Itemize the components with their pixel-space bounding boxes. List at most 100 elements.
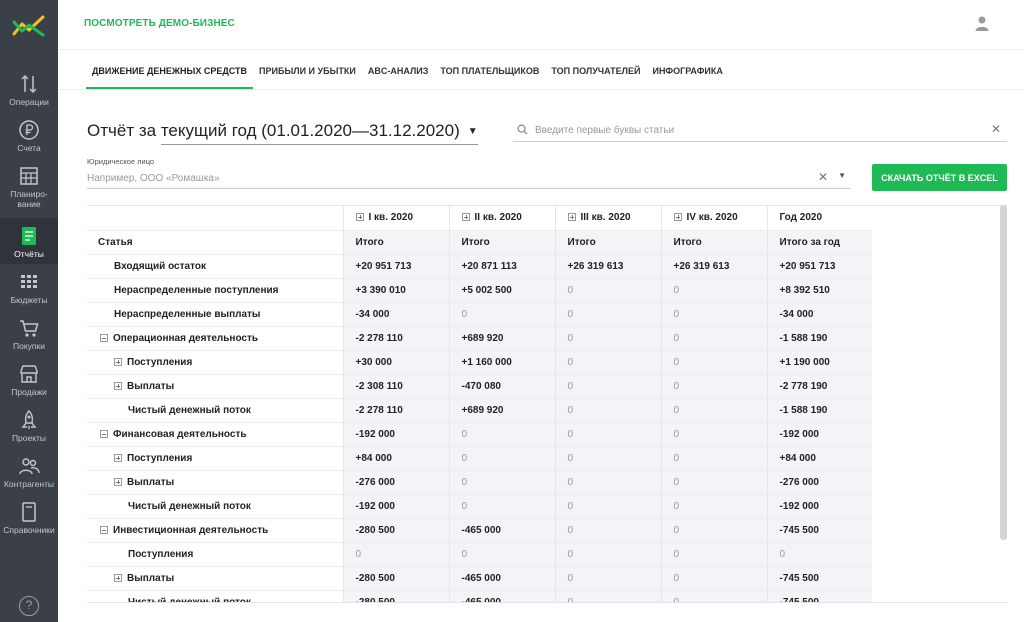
row-value-cell: -280 500 [342,518,449,543]
tab-cash-flow[interactable]: ДВИЖЕНИЕ ДЕНЕЖНЫХ СРЕДСТВ [86,50,254,90]
header-q3[interactable]: III кв. 2020 [554,206,661,231]
expand-plus-icon[interactable] [355,213,364,222]
sidebar-item-contractors[interactable]: Контрагенты [0,448,58,494]
clear-entity-icon[interactable]: ✕ [818,170,828,184]
book-icon [22,502,36,522]
tab-top-recipients[interactable]: ТОП ПОЛУЧАТЕЛЕЙ [545,50,646,90]
row-value-cell: -470 080 [448,374,555,399]
sidebar-item-operations[interactable]: Операции [0,66,58,112]
period-value[interactable]: текущий год (01.01.2020—31.12.2020) [161,121,460,140]
collapse-minus-icon[interactable] [100,429,108,438]
calendar-grid-icon [20,167,38,185]
sidebar-item-purchases[interactable]: Покупки [0,310,58,356]
user-icon[interactable] [974,15,990,31]
sidebar-item-label: Операции [9,97,49,107]
row-value-cell: 0 [766,542,872,567]
tab-abc-analysis[interactable]: ABC-АНАЛИЗ [362,50,435,90]
tab-top-payers[interactable]: ТОП ПЛАТЕЛЬЩИКОВ [434,50,545,90]
row-value-cell: +8 392 510 [766,278,872,303]
row-value-cell: -2 278 110 [342,398,449,423]
row-article-name: Финансовая деятельность [113,428,247,440]
row-article-cell[interactable]: Операционная деятельность [87,326,343,351]
report-tabs: ДВИЖЕНИЕ ДЕНЕЖНЫХ СРЕДСТВ ПРИБЫЛИ И УБЫТ… [86,50,729,90]
sidebar-item-reports[interactable]: Отчёты [0,218,58,264]
tab-profit-loss[interactable]: ПРИБЫЛИ И УБЫТКИ [253,50,362,90]
row-value-cell: 0 [660,542,767,567]
row-article-cell[interactable]: Выплаты [87,470,343,495]
row-article-name: Выплаты [127,476,175,488]
row-value-cell: 0 [342,542,449,567]
row-value-cell: -276 000 [342,470,449,495]
row-article-cell[interactable]: Выплаты [87,374,343,399]
sidebar-item-accounts[interactable]: Счета [0,112,58,158]
row-value-cell: +84 000 [766,446,872,471]
sidebar-item-directories[interactable]: Справочники [0,494,58,540]
row-value-cell: +26 319 613 [554,254,661,279]
table-scrollbar[interactable] [1000,205,1007,540]
sidebar-item-sales[interactable]: Продажи [0,356,58,402]
dropdown-caret-icon[interactable]: ▼ [838,171,846,180]
header-year-label: Год 2020 [779,212,823,224]
sidebar: Операции Счета Планиро- вание Отчёты Бюджеты… [0,0,58,622]
header-q2[interactable]: II кв. 2020 [448,206,555,231]
clear-search-icon[interactable]: ✕ [991,122,1001,136]
header-q1[interactable]: I кв. 2020 [342,206,449,231]
row-article-cell[interactable]: Поступления [87,446,343,471]
row-article-name: Чистый денежный поток [128,500,251,512]
period-select[interactable]: текущий год (01.01.2020—31.12.2020) ▼ [160,121,478,145]
expand-plus-icon[interactable] [461,213,470,222]
header-q4-total: Итого [660,230,767,255]
download-excel-button[interactable]: СКАЧАТЬ ОТЧЁТ В EXCEL [872,164,1007,191]
header-q4[interactable]: IV кв. 2020 [660,206,767,231]
row-value-cell: -745 500 [766,566,872,591]
demo-business-link[interactable]: ПОСМОТРЕТЬ ДЕМО-БИЗНЕС [84,18,235,29]
row-value-cell: -745 500 [766,518,872,543]
row-article-name: Входящий остаток [114,260,206,272]
expand-plus-icon[interactable] [114,453,122,462]
help-icon[interactable]: ? [19,596,39,616]
tab-infographics[interactable]: ИНФОГРАФИКА [646,50,728,90]
row-article-cell[interactable]: Поступления [87,350,343,375]
row-value-cell: 0 [660,326,767,351]
row-value-cell: 0 [660,494,767,519]
sidebar-item-label: Отчёты [14,249,44,259]
sidebar-item-projects[interactable]: Проекты [0,402,58,448]
row-value-cell: 0 [660,398,767,423]
app-logo[interactable] [0,0,58,52]
collapse-minus-icon[interactable] [100,525,108,534]
table-row: Входящий остаток +20 951 713 +20 871 113 +2… [87,254,872,279]
table-row: Инвестиционная деятельность -280 500 -465 … [87,518,872,543]
row-value-cell: -1 588 190 [766,398,872,423]
collapse-minus-icon[interactable] [100,333,108,342]
row-value-cell: 0 [554,374,661,399]
expand-plus-icon[interactable] [673,213,682,222]
header-q3-label: III кв. 2020 [580,212,631,224]
row-article-cell[interactable]: Выплаты [87,566,343,591]
row-article-cell[interactable]: Инвестиционная деятельность [87,518,343,543]
row-article-cell: Чистый денежный поток [87,494,343,519]
expand-plus-icon[interactable] [567,213,576,222]
expand-plus-icon[interactable] [114,381,122,390]
row-value-cell: 0 [448,422,555,447]
sidebar-item-label: Справочники [3,525,55,535]
header-q3-total: Итого [554,230,661,255]
header-q2-total: Итого [448,230,555,255]
article-search-input[interactable] [535,121,975,139]
row-value-cell: -280 500 [342,590,449,602]
sidebar-item-budgets[interactable]: Бюджеты [0,264,58,310]
caret-down-icon[interactable]: ▼ [468,126,478,137]
row-value-cell: 0 [554,302,661,327]
legal-entity-input[interactable] [87,170,787,186]
expand-plus-icon[interactable] [114,357,122,366]
grid-icon [21,275,37,288]
row-value-cell: +20 951 713 [766,254,872,279]
row-article-name: Выплаты [127,572,175,584]
sidebar-item-planning[interactable]: Планиро- вание [0,158,58,214]
row-article-cell[interactable]: Финансовая деятельность [87,422,343,447]
row-value-cell: +689 920 [448,398,555,423]
tabs-divider [58,89,1024,90]
row-value-cell: 0 [660,470,767,495]
expand-plus-icon[interactable] [114,477,122,486]
expand-plus-icon[interactable] [114,573,122,582]
row-value-cell: +1 190 000 [766,350,872,375]
